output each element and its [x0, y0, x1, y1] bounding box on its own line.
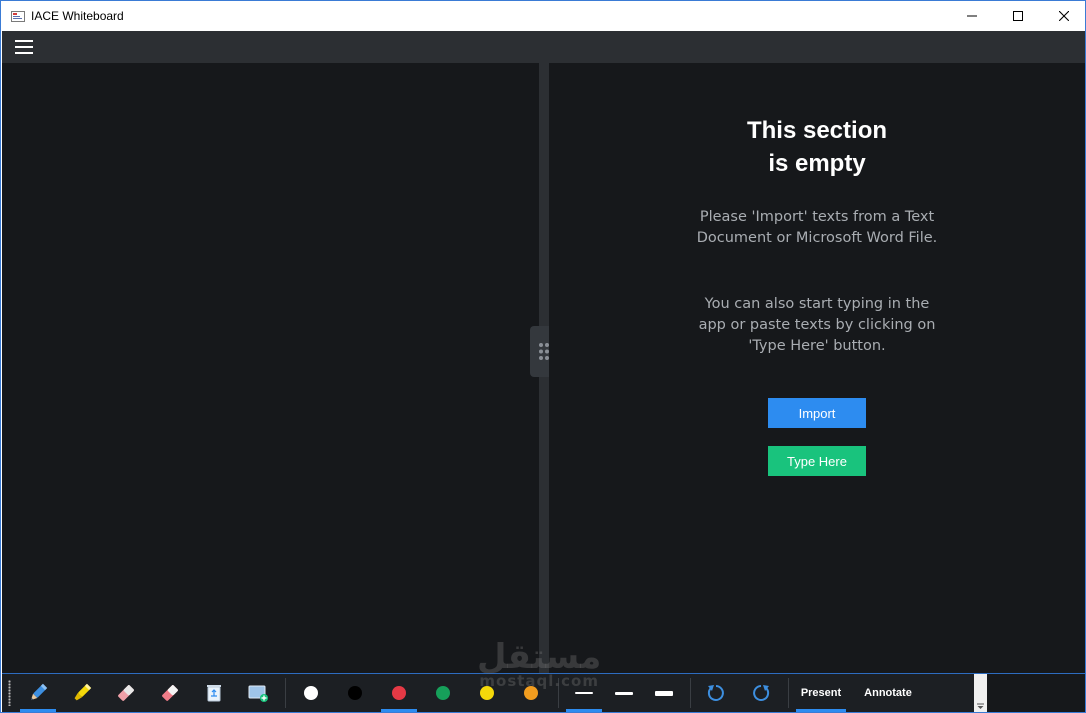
color-dot — [436, 686, 450, 700]
highlighter-icon — [74, 683, 92, 701]
toolbar-separator — [285, 678, 286, 708]
color-swatch-white[interactable] — [293, 674, 329, 712]
present-mode-label: Present — [800, 687, 842, 699]
toolbar-empty-area — [987, 674, 1085, 712]
bottom-toolbar: Present Annotate — [2, 673, 1085, 712]
empty-state-title: This section is empty — [549, 114, 1085, 180]
type-here-button[interactable]: Type Here — [768, 446, 866, 476]
add-board-icon — [248, 685, 268, 702]
app-window: IACE Whiteboard This section is empty Pl… — [0, 0, 1086, 713]
redo-icon — [753, 685, 770, 701]
color-dot — [304, 686, 318, 700]
maximize-button[interactable] — [995, 1, 1041, 31]
color-swatch-orange[interactable] — [513, 674, 549, 712]
pen-tool-button[interactable] — [20, 674, 56, 712]
redo-button[interactable] — [743, 674, 779, 712]
eraser-icon — [118, 685, 134, 701]
stroke-thin-button[interactable] — [566, 674, 602, 712]
window-title: IACE Whiteboard — [31, 9, 124, 23]
typing-instructions-line-3: 'Type Here' button. — [748, 338, 886, 354]
partial-eraser-tool-button[interactable] — [152, 674, 188, 712]
toolbar-grip-icon[interactable] — [8, 680, 11, 706]
color-swatch-yellow[interactable] — [469, 674, 505, 712]
import-instructions-line-2: Document or Microsoft Word File. — [696, 230, 938, 246]
thin-line-icon — [575, 692, 593, 694]
toolbar-overflow-scrollbar[interactable] — [974, 674, 987, 712]
stroke-medium-button[interactable] — [606, 674, 642, 712]
empty-title-line-2: is empty — [768, 150, 866, 177]
eraser-tool-button[interactable] — [108, 674, 144, 712]
toolbar-separator — [788, 678, 789, 708]
color-dot — [524, 686, 538, 700]
minimize-button[interactable] — [949, 1, 995, 31]
partial-eraser-icon — [162, 685, 178, 701]
color-swatch-black[interactable] — [337, 674, 373, 712]
close-icon — [1059, 11, 1069, 21]
pen-icon — [30, 683, 48, 701]
toolbar-separator — [558, 678, 559, 708]
app-icon — [11, 10, 25, 22]
color-dot — [480, 686, 494, 700]
hamburger-menu-icon[interactable] — [15, 40, 33, 54]
text-section: This section is empty Please 'Import' te… — [549, 63, 1085, 673]
add-board-button[interactable] — [240, 674, 276, 712]
minimize-icon — [967, 15, 977, 17]
whiteboard-canvas[interactable] — [2, 63, 539, 673]
undo-button[interactable] — [698, 674, 734, 712]
color-swatch-red[interactable] — [381, 674, 417, 712]
toolbar-separator — [690, 678, 691, 708]
close-button[interactable] — [1041, 1, 1085, 31]
thick-line-icon — [655, 690, 673, 696]
color-dot — [392, 686, 406, 700]
maximize-icon — [1013, 11, 1023, 21]
window-controls — [949, 1, 1085, 31]
color-swatch-green[interactable] — [425, 674, 461, 712]
annotate-mode-tab[interactable]: Annotate — [856, 674, 920, 712]
empty-title-line-1: This section — [746, 117, 888, 144]
recycle-bin-icon — [207, 685, 221, 702]
typing-instructions-line-1: You can also start typing in the — [704, 296, 930, 312]
clear-board-button[interactable] — [196, 674, 232, 712]
annotate-mode-label: Annotate — [864, 687, 912, 699]
present-mode-tab[interactable]: Present — [796, 674, 846, 712]
title-bar: IACE Whiteboard — [1, 0, 1085, 31]
import-instructions-line-1: Please 'Import' texts from a Text — [699, 209, 935, 225]
typing-instructions-line-2: app or paste texts by clicking on — [698, 317, 936, 333]
medium-line-icon — [615, 691, 633, 695]
undo-icon — [707, 685, 724, 701]
typing-instructions: You can also start typing in the app or … — [549, 294, 1085, 357]
import-button[interactable]: Import — [768, 398, 866, 428]
stroke-thick-button[interactable] — [646, 674, 682, 712]
import-instructions: Please 'Import' texts from a Text Docume… — [549, 207, 1085, 249]
highlighter-tool-button[interactable] — [64, 674, 100, 712]
chevron-down-icon — [977, 703, 984, 709]
color-dot — [348, 686, 362, 700]
